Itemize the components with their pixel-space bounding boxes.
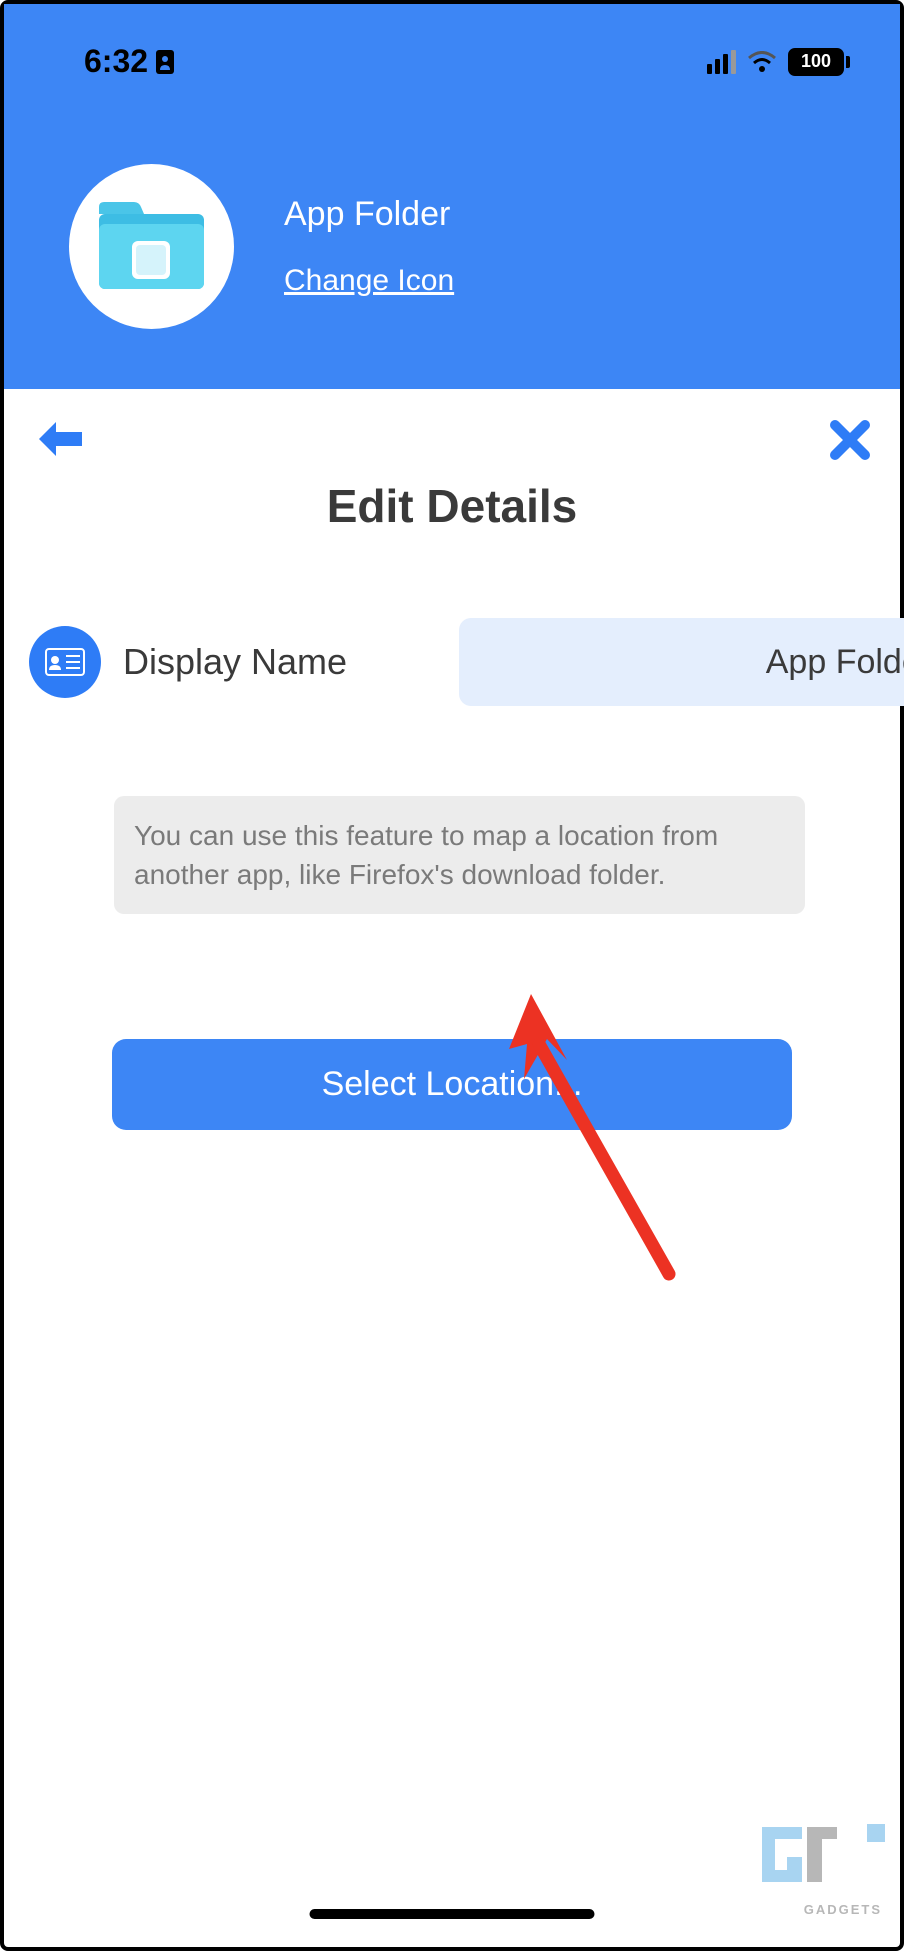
- folder-info: App Folder Change Icon: [284, 195, 454, 298]
- person-icon: [156, 50, 174, 74]
- folder-icon: [94, 199, 209, 294]
- close-icon: [830, 420, 870, 460]
- hint-box: You can use this feature to map a locati…: [114, 796, 805, 914]
- display-name-row: Display Name: [4, 533, 900, 706]
- header-section: 6:32 100: [4, 4, 900, 389]
- display-name-label: Display Name: [123, 641, 347, 683]
- hint-text: You can use this feature to map a locati…: [134, 816, 785, 894]
- id-card-icon: [45, 648, 85, 676]
- watermark-dot-icon: [867, 1824, 885, 1842]
- watermark-text: GADGETS: [804, 1902, 882, 1917]
- watermark-logo-icon: [757, 1822, 857, 1897]
- change-icon-link[interactable]: Change Icon: [284, 264, 454, 298]
- arrow-left-icon: [34, 419, 84, 459]
- battery-level: 100: [801, 51, 831, 72]
- field-icon-container: [29, 626, 101, 698]
- content-area: Edit Details Display Name You can use th…: [4, 389, 900, 1130]
- time-label: 6:32: [84, 43, 148, 80]
- back-button[interactable]: [34, 419, 84, 470]
- display-name-input[interactable]: [459, 618, 904, 706]
- battery-indicator: 100: [788, 48, 850, 76]
- cellular-signal-icon: [707, 50, 736, 74]
- wifi-icon: [748, 51, 776, 73]
- folder-header: App Folder Change Icon: [4, 84, 900, 329]
- folder-title: App Folder: [284, 195, 454, 234]
- close-button[interactable]: [830, 417, 870, 471]
- status-bar: 6:32 100: [4, 4, 900, 84]
- folder-icon-container[interactable]: [69, 164, 234, 329]
- status-icons: 100: [707, 48, 850, 76]
- home-indicator[interactable]: [310, 1909, 595, 1919]
- watermark: [757, 1822, 885, 1897]
- select-location-button[interactable]: Select Location...: [112, 1039, 792, 1130]
- page-title: Edit Details: [4, 479, 900, 533]
- status-time: 6:32: [84, 43, 174, 80]
- nav-row: [4, 414, 900, 474]
